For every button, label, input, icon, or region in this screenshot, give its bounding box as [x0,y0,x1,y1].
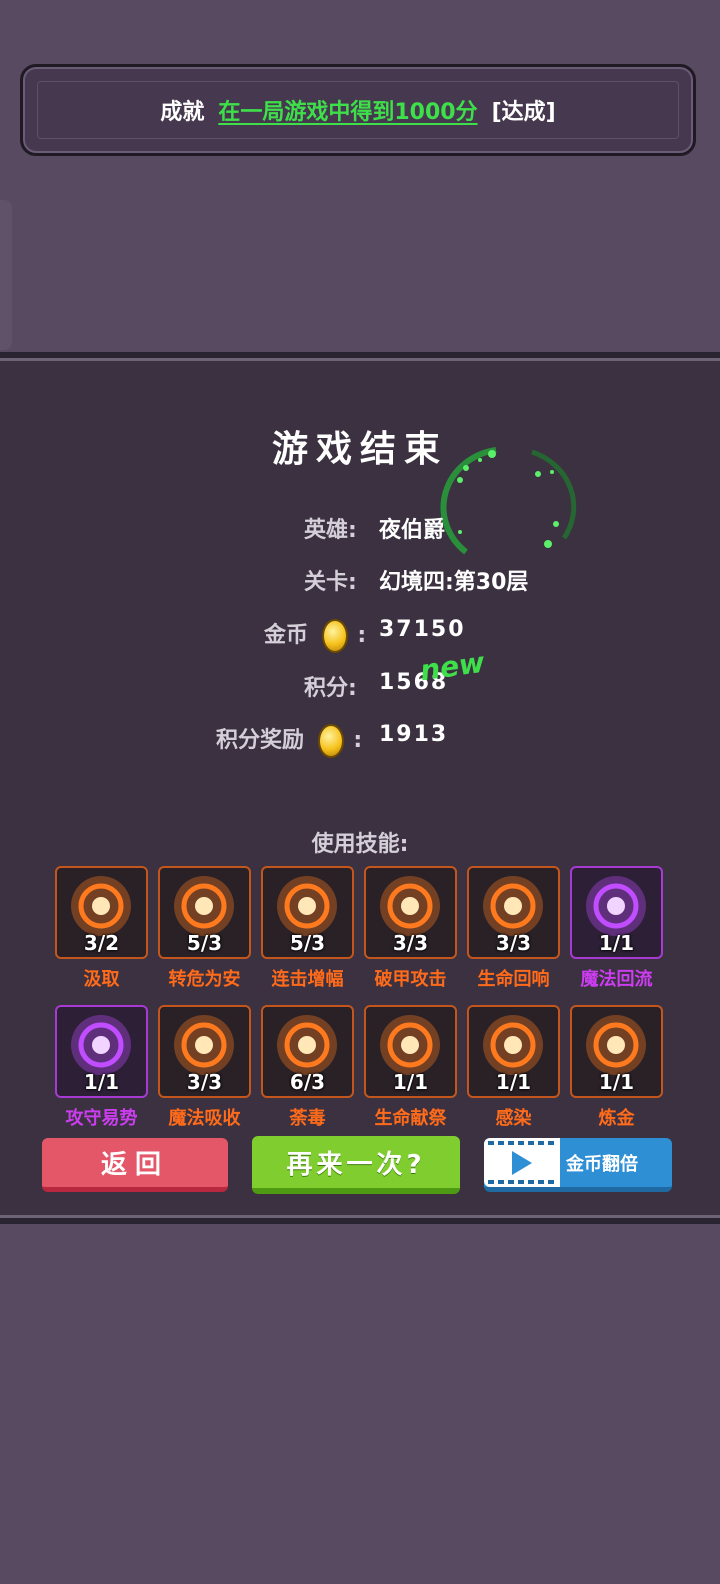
skill-item: 5/3 转危为安 [158,866,251,991]
skill-item: 5/3 连击增幅 [261,866,354,991]
skill-count: 1/1 [495,1070,532,1094]
skill-item: 1/1 攻守易势 [55,1005,148,1130]
skill-tile: 3/3 [364,866,457,959]
skill-grid: 3/2 汲取 5/3 转危为安 5/3 连击增幅 3/3 破甲攻击 3/3 生命回响 1/1 魔法回流… [55,866,665,1130]
skill-item: 1/1 炼金 [570,1005,663,1130]
sparkle-ring-effect [440,447,577,555]
skill-count: 3/3 [186,1070,223,1094]
skill-item: 3/2 汲取 [55,866,148,991]
skill-tile: 1/1 [467,1005,560,1098]
skill-count: 1/1 [83,1070,120,1094]
retry-button-label: 再来一次? [286,1149,426,1180]
stage-row: 关卡: [304,564,357,596]
skill-tile: 5/3 [158,866,251,959]
skill-name: 转危为安 [168,969,241,990]
skill-count: 3/3 [392,931,429,955]
skill-tile: 3/3 [158,1005,251,1098]
skill-name: 荼毒 [289,1108,326,1129]
skill-tile: 3/3 [467,866,560,959]
score-row: 积分: [304,670,357,702]
skill-item: 1/1 感染 [467,1005,560,1130]
achievement-label: 成就 [160,100,205,125]
skill-count: 6/3 [289,1070,326,1094]
skill-count: 3/3 [495,931,532,955]
achievement-goal: 在一局游戏中得到1000分 [218,100,478,125]
double-gold-button[interactable]: 金币翻倍 [484,1138,672,1192]
skill-count: 5/3 [186,931,223,955]
skills-used-title: 使用技能: [311,832,409,857]
skill-count: 5/3 [289,931,326,955]
skill-tile: 1/1 [364,1005,457,1098]
gold-label: 金币 [264,623,309,648]
achievement-text: 成就 在一局游戏中得到1000分 [达成] [23,67,693,153]
stage-value-wrap: 幻境四:第30层 [379,564,528,596]
back-button-label: 返回 [100,1150,169,1180]
bonus-colon: : [353,728,363,753]
skill-name: 感染 [495,1108,532,1129]
game-over-title: 游戏结束 [271,429,448,470]
skill-item: 1/1 魔法回流 [570,866,663,991]
skill-name: 汲取 [83,969,120,990]
skill-count: 3/2 [83,931,120,955]
gold-coin-icon [321,619,348,653]
stage-value: 幻境四:第30层 [379,570,529,595]
gold-row: 金币 : [264,617,366,653]
skill-name: 生命回响 [477,969,550,990]
stage-label: 关卡: [304,570,357,595]
gold-value: 37150 [379,617,466,642]
skill-item: 1/1 生命献祭 [364,1005,457,1130]
side-tab [0,200,12,350]
skill-item: 3/3 魔法吸收 [158,1005,251,1130]
skill-count: 1/1 [598,1070,635,1094]
bonus-row: 积分奖励 : [216,722,362,758]
back-button[interactable]: 返回 [42,1138,228,1192]
skill-name: 破甲攻击 [374,969,447,990]
skill-name: 魔法回流 [580,969,653,990]
hero-label: 英雄: [304,518,357,543]
gold-value-wrap: 37150 [379,617,466,642]
bonus-value: 1913 [379,722,449,747]
skill-tile: 1/1 [55,1005,148,1098]
retry-button[interactable]: 再来一次? [252,1136,460,1194]
skill-count: 1/1 [598,931,635,955]
score-label: 积分: [304,676,357,701]
skill-count: 1/1 [392,1070,429,1094]
skill-name: 连击增幅 [271,969,344,990]
skill-name: 魔法吸收 [168,1108,241,1129]
bonus-value-wrap: 1913 [379,722,448,747]
bonus-coin-icon [317,724,344,758]
bonus-label: 积分奖励 [216,728,305,753]
skill-tile: 1/1 [570,1005,663,1098]
skill-item: 6/3 荼毒 [261,1005,354,1130]
achievement-status: [达成] [491,100,556,125]
hero-value-wrap: 夜伯爵 [379,512,445,544]
skill-item: 3/3 生命回响 [467,866,560,991]
hero-value: 夜伯爵 [379,518,446,543]
achievement-banner: 成就 在一局游戏中得到1000分 [达成] [20,64,696,156]
skill-name: 生命献祭 [374,1108,447,1129]
video-play-icon [484,1138,560,1187]
gold-colon: : [357,623,367,648]
double-gold-label: 金币翻倍 [566,1153,638,1175]
skill-name: 炼金 [598,1108,635,1129]
skill-name: 攻守易势 [65,1108,138,1129]
skill-tile: 6/3 [261,1005,354,1098]
skill-item: 3/3 破甲攻击 [364,866,457,991]
skill-tile: 5/3 [261,866,354,959]
skill-tile: 3/2 [55,866,148,959]
skill-tile: 1/1 [570,866,663,959]
hero-row: 英雄: [304,512,357,544]
